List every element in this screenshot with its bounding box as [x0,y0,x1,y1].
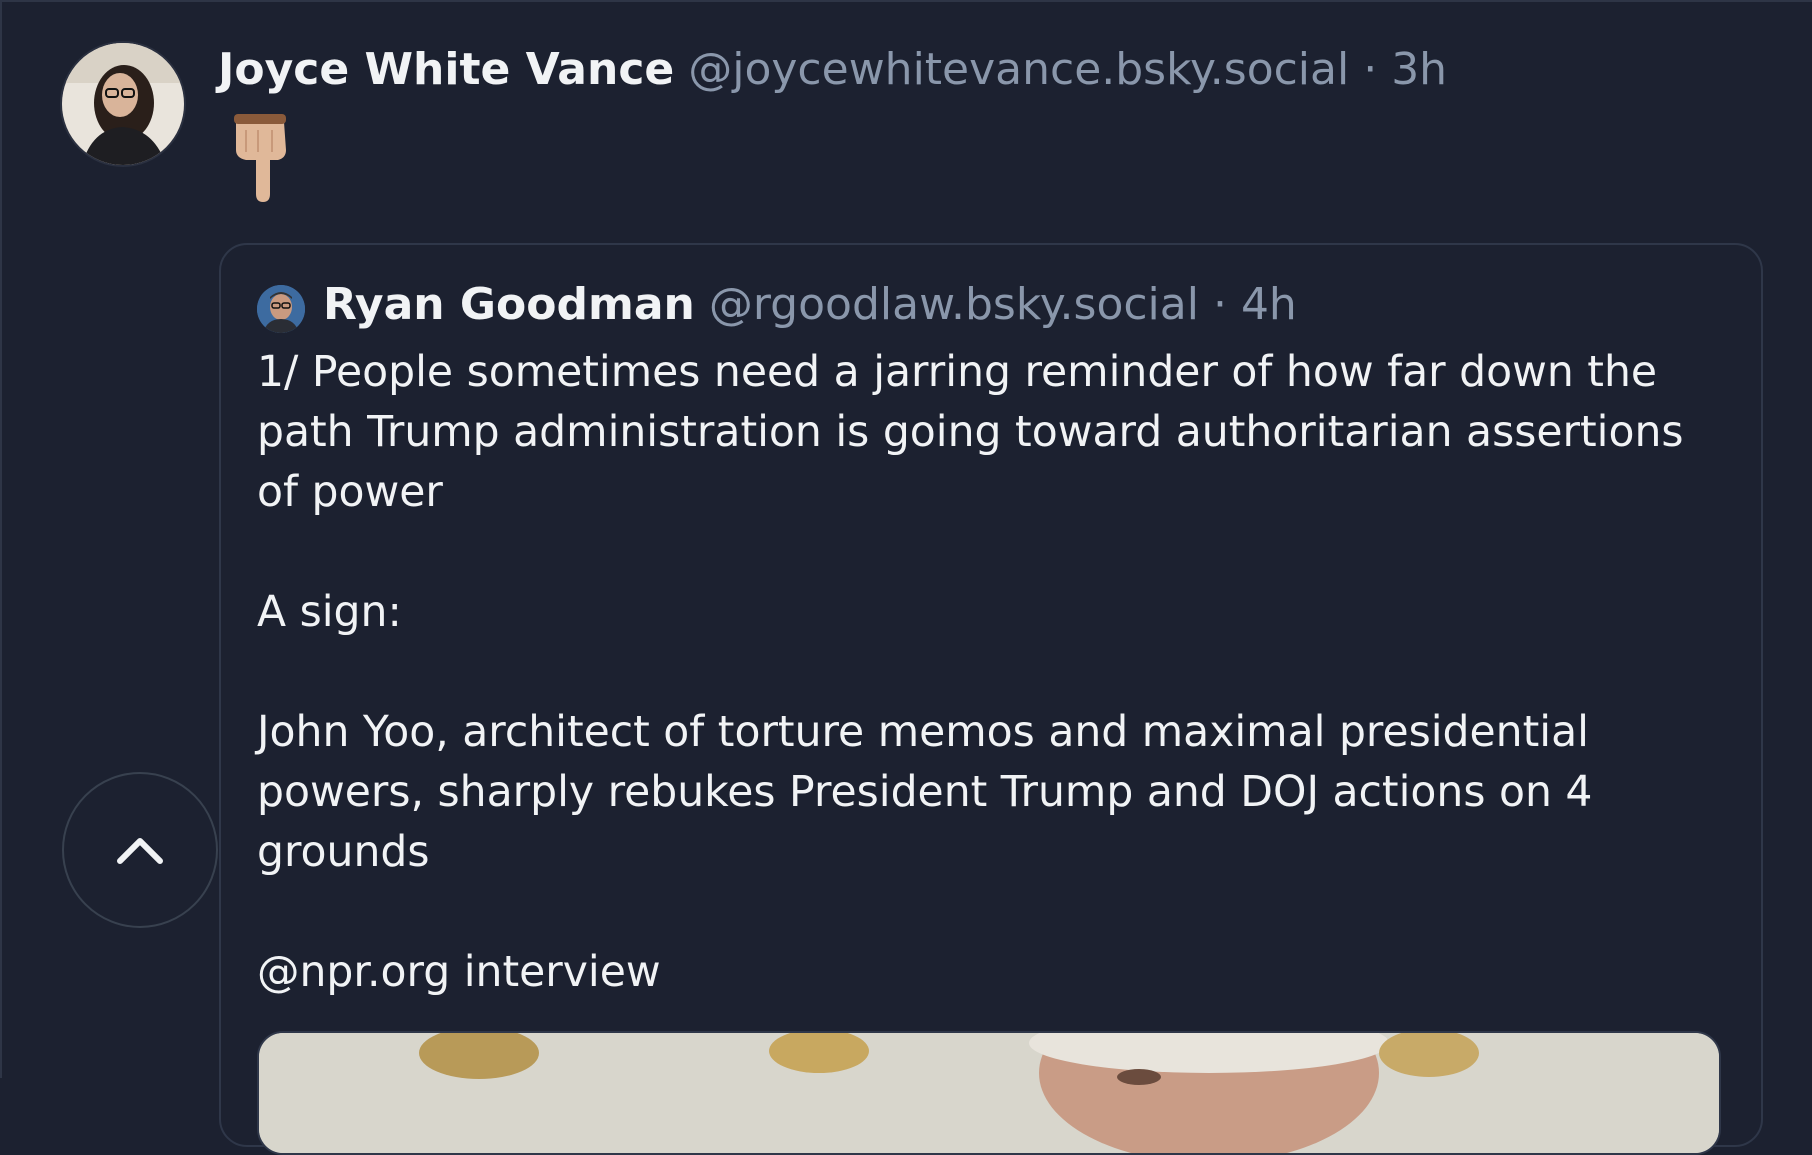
author-avatar[interactable] [62,43,184,165]
author-handle[interactable]: @joycewhitevance.bsky.social [688,44,1349,95]
quoted-post-header: Ryan Goodman @rgoodlaw.bsky.social · 4h [323,277,1297,333]
quoted-paragraph: John Yoo, architect of torture memos and… [257,708,1606,877]
separator-dot: · [1349,44,1392,95]
quoted-post-time[interactable]: 4h [1241,279,1297,330]
author-name[interactable]: Joyce White Vance [218,44,674,95]
quoted-paragraph: 1/ People sometimes need a jarring remin… [257,348,1698,517]
quoted-author-name[interactable]: Ryan Goodman [323,279,695,330]
chevron-up-icon [117,838,163,864]
scroll-to-top-button[interactable] [62,772,218,928]
embedded-photo [259,1033,1719,1153]
quoted-mention-paragraph[interactable]: @npr.org interview [257,943,1717,1003]
post-header: Joyce White Vance @joycewhitevance.bsky.… [218,42,1447,98]
quoted-separator-dot: · [1198,279,1241,330]
pointing-down-hand-icon [228,112,298,202]
quoted-author-avatar[interactable] [257,285,305,333]
quoted-author-handle[interactable]: @rgoodlaw.bsky.social [709,279,1199,330]
quoted-post-card[interactable]: Ryan Goodman @rgoodlaw.bsky.social · 4h … [219,243,1763,1155]
post-time[interactable]: 3h [1391,44,1447,95]
avatar-photo [62,43,184,165]
quoted-post-text: 1/ People sometimes need a jarring remin… [257,343,1717,1003]
quoted-avatar-photo [257,285,305,333]
quoted-paragraph: A sign: [257,588,402,637]
quoted-post-image[interactable] [257,1031,1721,1155]
